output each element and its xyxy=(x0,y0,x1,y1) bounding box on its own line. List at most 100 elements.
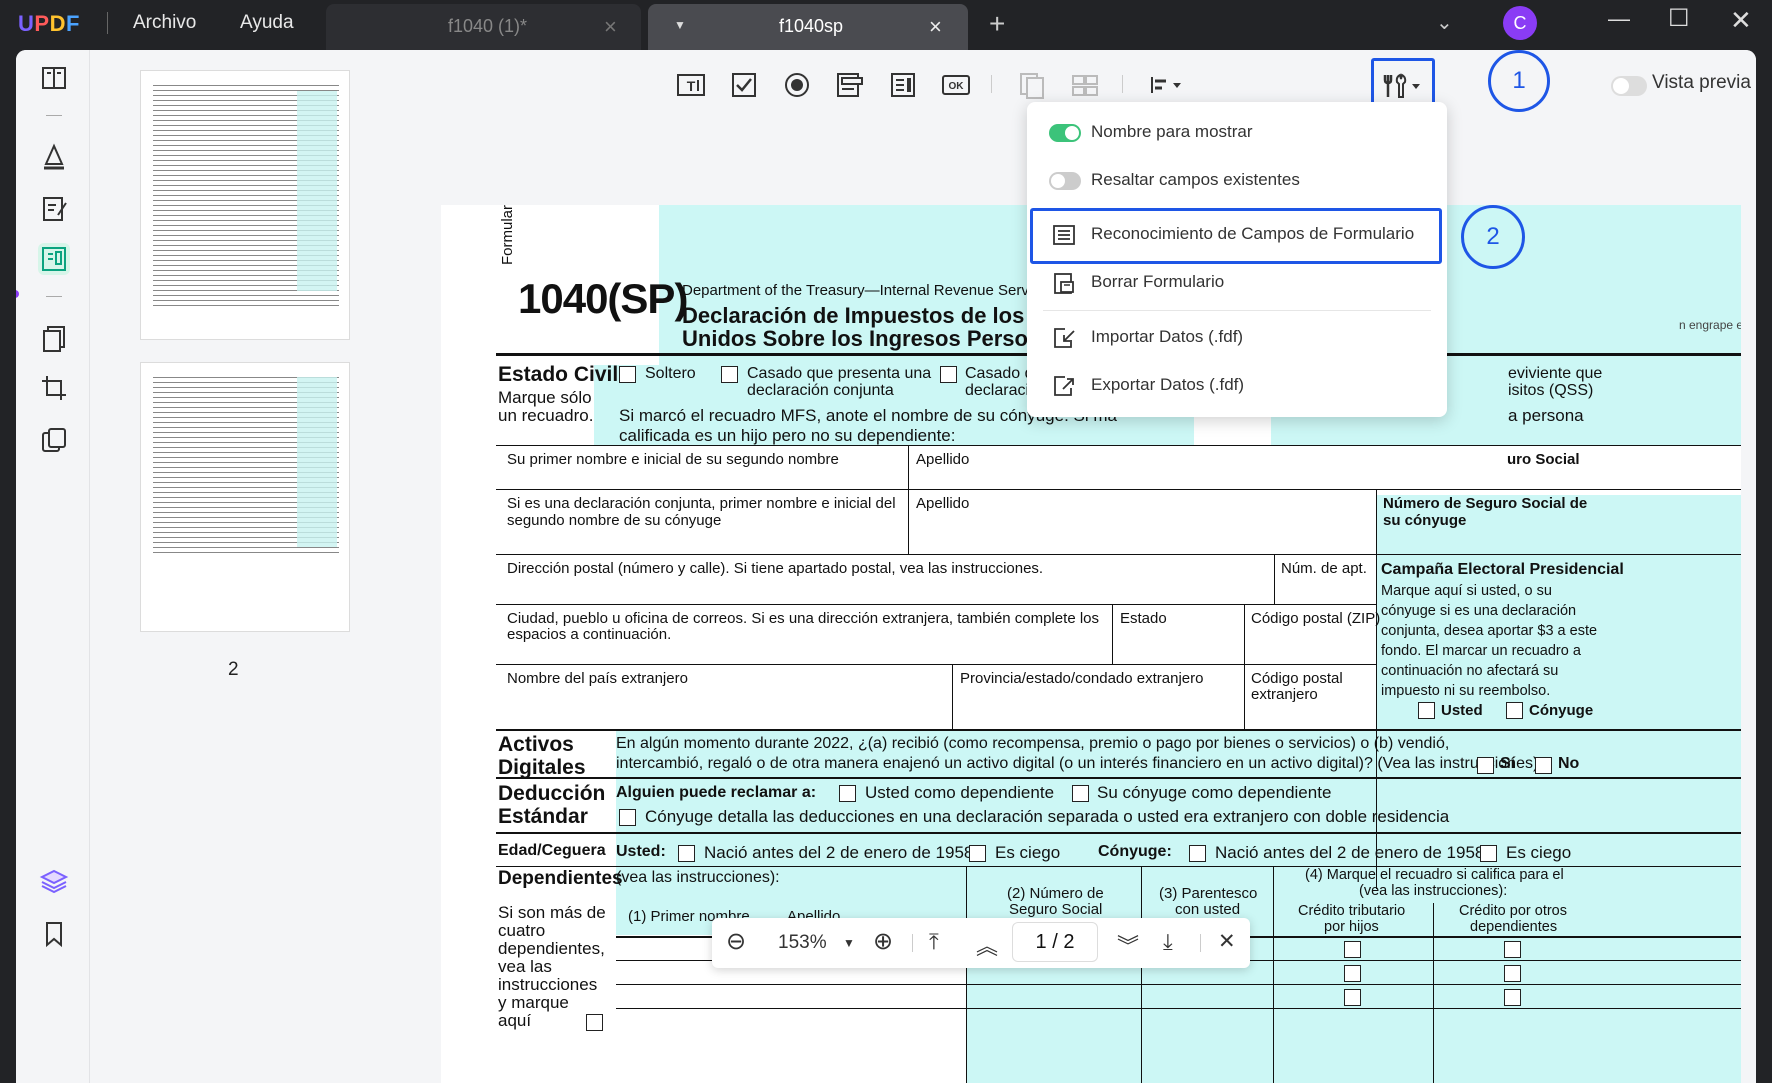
menu-item-label: Resaltar campos existentes xyxy=(1091,170,1300,189)
other-credit-checkbox[interactable] xyxy=(1504,941,1521,958)
campaign-text: fondo. El marcar un recuadro a xyxy=(1381,643,1581,659)
zoom-out-icon[interactable]: ⊖ xyxy=(726,927,746,956)
export-data-item[interactable]: Exportar Datos (.fdf) xyxy=(1027,362,1447,410)
clear-form-item[interactable]: Borrar Formulario xyxy=(1027,259,1447,307)
col-rule xyxy=(1274,554,1275,604)
crop-icon[interactable] xyxy=(38,372,70,404)
you-born-before-checkbox[interactable] xyxy=(678,845,695,862)
comment-icon[interactable] xyxy=(38,140,70,172)
digital-assets-no-checkbox[interactable] xyxy=(1535,757,1552,774)
preview-toggle[interactable] xyxy=(1611,76,1647,96)
campaign-you-checkbox[interactable] xyxy=(1418,702,1435,719)
yes-label: Sí xyxy=(1500,755,1516,772)
combo-box-icon[interactable] xyxy=(835,70,865,100)
married-separate-checkbox[interactable] xyxy=(940,366,957,383)
spouse-itemizes-checkbox[interactable] xyxy=(619,809,636,826)
state-label: Estado xyxy=(1120,610,1167,627)
checkbox-icon[interactable] xyxy=(729,70,759,100)
tab-f1040sp[interactable]: ▼ f1040sp × xyxy=(648,4,968,50)
page-thumbnail-2[interactable] xyxy=(140,362,350,632)
spouse-dependent-checkbox[interactable] xyxy=(1072,785,1089,802)
campaign-text: Marque aquí si usted, o su xyxy=(1381,583,1552,599)
menu-archivo[interactable]: Archivo xyxy=(133,12,196,34)
spouse-born-before-checkbox[interactable] xyxy=(1189,845,1206,862)
next-page-icon[interactable]: ︾ xyxy=(1117,929,1139,961)
display-name-item[interactable]: Nombre para mostrar xyxy=(1027,109,1447,157)
spouse-name-label: segundo nombre de su cónyuge xyxy=(507,512,722,529)
digital-assets-question: En algún momento durante 2022, ¿(a) reci… xyxy=(616,735,1450,752)
campaign-text: cónyuge si es una declaración xyxy=(1381,603,1577,619)
convert-icon[interactable] xyxy=(38,425,70,457)
display-name-toggle[interactable] xyxy=(1049,124,1081,142)
child-credit-checkbox[interactable] xyxy=(1344,965,1361,982)
chevron-down-icon[interactable]: ⌄ xyxy=(1436,10,1453,35)
text-field-icon[interactable]: T xyxy=(676,70,706,100)
child-credit-checkbox[interactable] xyxy=(1344,989,1361,1006)
nav-separator xyxy=(912,934,913,952)
foreign-country-label: Nombre del país extranjero xyxy=(507,670,688,687)
campaign-spouse-checkbox[interactable] xyxy=(1506,702,1523,719)
align-icon[interactable] xyxy=(1146,70,1186,100)
menu-separator xyxy=(1043,310,1431,311)
minimize-icon[interactable]: — xyxy=(1608,6,1630,32)
edit-pdf-icon[interactable] xyxy=(38,193,70,225)
new-tab-icon[interactable]: + xyxy=(989,8,1005,40)
reader-icon[interactable] xyxy=(38,62,70,94)
dependent-credit-col: (4) Marque el recuadro si califica para … xyxy=(1305,867,1564,883)
child-credit-checkbox[interactable] xyxy=(1344,941,1361,958)
previous-page-icon[interactable]: ︽ xyxy=(976,929,998,961)
import-data-item[interactable]: Importar Datos (.fdf) xyxy=(1027,314,1447,362)
age-blindness-heading: Edad/Ceguera xyxy=(498,842,606,859)
page-thumbnail-1[interactable] xyxy=(140,70,350,340)
menu-ayuda[interactable]: Ayuda xyxy=(240,12,294,34)
close-window-icon[interactable]: ✕ xyxy=(1730,5,1752,36)
you-dependent-checkbox[interactable] xyxy=(839,785,856,802)
title-separator xyxy=(107,12,108,34)
form-field-recognition-item[interactable]: Reconocimiento de Campos de Formulario xyxy=(1027,211,1447,259)
you-blind-checkbox[interactable] xyxy=(969,845,986,862)
highlight-fields-item[interactable]: Resaltar campos existentes xyxy=(1027,157,1447,205)
highlight-fields-toggle[interactable] xyxy=(1049,172,1081,190)
blind-label: Es ciego xyxy=(1506,843,1572,862)
qss-label: isitos (QSS) xyxy=(1508,382,1594,399)
row-rule xyxy=(496,777,1741,779)
other-credit-checkbox[interactable] xyxy=(1504,989,1521,1006)
dependent-ssn-col: (2) Número de xyxy=(1007,885,1104,902)
digital-assets-yes-checkbox[interactable] xyxy=(1477,757,1494,774)
form-icon[interactable] xyxy=(38,243,70,275)
avatar[interactable]: C xyxy=(1503,6,1537,40)
zoom-dropdown-icon[interactable]: ▼ xyxy=(843,936,855,950)
last-page-icon[interactable]: ⤓ xyxy=(1163,929,1173,955)
tab-f1040-1[interactable]: f1040 (1)* × xyxy=(326,4,641,50)
spouse-label: Cónyuge: xyxy=(1098,843,1172,860)
more-dependents-checkbox[interactable] xyxy=(586,1014,603,1031)
spouse-blind-checkbox[interactable] xyxy=(1480,845,1497,862)
page-number-input[interactable]: 1 / 2 xyxy=(1012,922,1098,962)
married-joint-checkbox[interactable] xyxy=(721,366,738,383)
organize-pages-icon[interactable] xyxy=(38,322,70,354)
other-credit-checkbox[interactable] xyxy=(1504,965,1521,982)
single-checkbox[interactable] xyxy=(619,366,636,383)
zoom-level[interactable]: 153% xyxy=(778,932,827,954)
dependents-side-text: instrucciones xyxy=(498,975,598,994)
mfs-instruction: a persona xyxy=(1508,406,1584,425)
maximize-icon[interactable]: ☐ xyxy=(1668,4,1690,33)
close-navbar-icon[interactable]: ✕ xyxy=(1218,929,1236,954)
menu-item-label: Exportar Datos (.fdf) xyxy=(1091,375,1245,394)
import-icon xyxy=(1054,328,1075,348)
digital-assets-question: intercambió, regaló o de otra manera ena… xyxy=(616,755,1539,772)
list-box-icon[interactable] xyxy=(888,70,918,100)
radio-button-icon[interactable] xyxy=(782,70,812,100)
form-tools-dropdown: Nombre para mostrar Resaltar campos exis… xyxy=(1027,102,1447,417)
first-page-icon[interactable]: ⤒ xyxy=(929,929,939,955)
tab-dropdown-icon[interactable]: ▼ xyxy=(674,18,686,32)
layers-icon[interactable] xyxy=(38,865,70,897)
preview-label: Vista previa xyxy=(1652,72,1751,93)
close-tab-icon[interactable]: × xyxy=(604,14,617,40)
bookmark-icon[interactable] xyxy=(38,918,70,950)
zoom-in-icon[interactable]: ⊕ xyxy=(873,927,893,956)
button-icon[interactable]: OK xyxy=(941,70,971,100)
last-name-label: Apellido xyxy=(916,451,970,468)
callout-1: 1 xyxy=(1488,50,1550,112)
close-tab-icon[interactable]: × xyxy=(929,14,942,40)
